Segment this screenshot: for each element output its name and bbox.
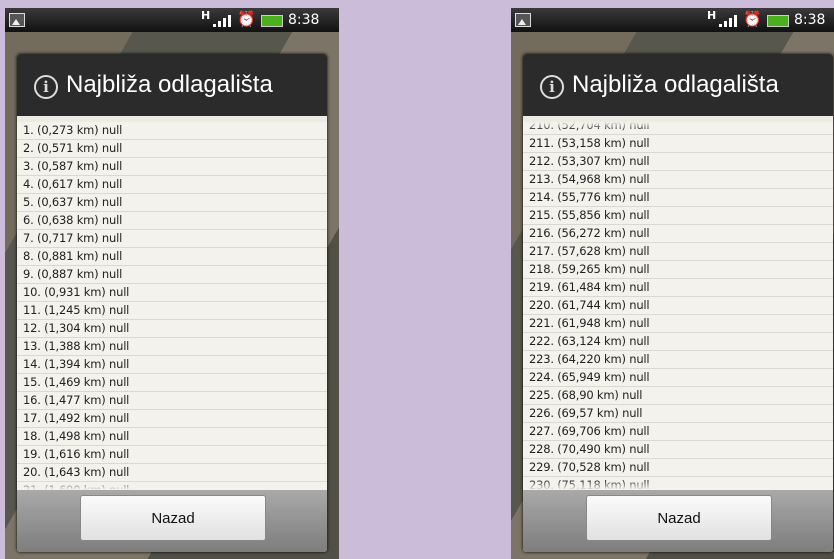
image-notification-icon <box>515 13 531 27</box>
list-item[interactable]: 19. (1,616 km) null <box>17 446 327 464</box>
dialog-header: i Najbliža odlagališta <box>17 54 327 116</box>
distance-list-items: 1. (0,273 km) null 2. (0,571 km) null 3. (… <box>17 122 327 490</box>
list-item[interactable]: 12. (1,304 km) null <box>17 320 327 338</box>
list-item[interactable]: 217. (57,628 km) null <box>523 243 833 261</box>
list-item[interactable]: 216. (56,272 km) null <box>523 225 833 243</box>
battery-icon <box>261 15 283 27</box>
list-item[interactable]: 222. (63,124 km) null <box>523 333 833 351</box>
nearest-disposal-dialog: i Najbliža odlagališta 210. (52,704 km) … <box>523 54 833 552</box>
info-icon: i <box>540 75 564 99</box>
phone-screen-right: H ⏰ 8:38 i Najbliža odlagališta 210. (52… <box>511 8 834 559</box>
list-item[interactable]: 219. (61,484 km) null <box>523 279 833 297</box>
list-item[interactable]: 15. (1,469 km) null <box>17 374 327 392</box>
list-item[interactable]: 227. (69,706 km) null <box>523 423 833 441</box>
distance-list[interactable]: 1. (0,273 km) null 2. (0,571 km) null 3. (… <box>17 122 327 490</box>
list-item[interactable]: 7. (0,717 km) null <box>17 230 327 248</box>
list-item[interactable]: 225. (68,90 km) null <box>523 387 833 405</box>
list-item[interactable]: 5. (0,637 km) null <box>17 194 327 212</box>
list-item[interactable]: 213. (54,968 km) null <box>523 171 833 189</box>
list-item[interactable]: 1. (0,273 km) null <box>17 122 327 140</box>
alarm-icon: ⏰ <box>743 10 762 28</box>
alarm-icon: ⏰ <box>237 10 256 28</box>
list-item[interactable]: 226. (69,57 km) null <box>523 405 833 423</box>
list-item[interactable]: 10. (0,931 km) null <box>17 284 327 302</box>
list-item[interactable]: 211. (53,158 km) null <box>523 135 833 153</box>
list-item[interactable]: 218. (59,265 km) null <box>523 261 833 279</box>
distance-list[interactable]: 210. (52,704 km) null211. (53,158 km) nu… <box>523 122 833 490</box>
phone-screen-left: H ⏰ 8:38 i Najbliža odlagališta 1. (0,27… <box>5 8 339 559</box>
status-time: 8:38 <box>794 12 826 28</box>
list-item[interactable]: 9. (0,887 km) null <box>17 266 327 284</box>
list-item[interactable]: 221. (61,948 km) null <box>523 315 833 333</box>
list-item[interactable]: 228. (70,490 km) null <box>523 441 833 459</box>
back-button[interactable]: Nazad <box>586 495 772 541</box>
list-item[interactable]: 214. (55,776 km) null <box>523 189 833 207</box>
list-item[interactable]: 3. (0,587 km) null <box>17 158 327 176</box>
dialog-header: i Najbliža odlagališta <box>523 54 833 116</box>
list-item[interactable]: 18. (1,498 km) null <box>17 428 327 446</box>
status-bar: H ⏰ 8:38 <box>511 8 834 32</box>
status-time: 8:38 <box>288 12 320 28</box>
list-item[interactable]: 16. (1,477 km) null <box>17 392 327 410</box>
signal-strength-icon <box>213 14 235 27</box>
dialog-title: Najbliža odlagališta <box>66 71 273 98</box>
list-item[interactable]: 4. (0,617 km) null <box>17 176 327 194</box>
list-item[interactable]: 2. (0,571 km) null <box>17 140 327 158</box>
list-item[interactable]: 212. (53,307 km) null <box>523 153 833 171</box>
info-icon: i <box>34 75 58 99</box>
status-bar: H ⏰ 8:38 <box>5 8 339 32</box>
image-notification-icon <box>9 13 25 27</box>
list-item[interactable]: 6. (0,638 km) null <box>17 212 327 230</box>
list-item[interactable]: 223. (64,220 km) null <box>523 351 833 369</box>
nearest-disposal-dialog: i Najbliža odlagališta 1. (0,273 km) nul… <box>17 54 327 552</box>
dialog-title: Najbliža odlagališta <box>572 71 779 98</box>
list-item[interactable]: 229. (70,528 km) null <box>523 459 833 477</box>
signal-strength-icon <box>719 14 741 27</box>
list-item[interactable]: 215. (55,856 km) null <box>523 207 833 225</box>
dialog-footer: Nazad <box>523 490 833 552</box>
list-item[interactable]: 8. (0,881 km) null <box>17 248 327 266</box>
list-item[interactable]: 220. (61,744 km) null <box>523 297 833 315</box>
battery-icon <box>767 15 789 27</box>
back-button[interactable]: Nazad <box>80 495 266 541</box>
distance-list-items: 210. (52,704 km) null211. (53,158 km) nu… <box>523 122 833 490</box>
list-item[interactable]: 11. (1,245 km) null <box>17 302 327 320</box>
network-type-icon: H <box>201 9 211 22</box>
list-item[interactable]: 224. (65,949 km) null <box>523 369 833 387</box>
list-item[interactable]: 13. (1,388 km) null <box>17 338 327 356</box>
list-item[interactable]: 14. (1,394 km) null <box>17 356 327 374</box>
dialog-footer: Nazad <box>17 490 327 552</box>
list-item[interactable]: 17. (1,492 km) null <box>17 410 327 428</box>
network-type-icon: H <box>707 9 717 22</box>
